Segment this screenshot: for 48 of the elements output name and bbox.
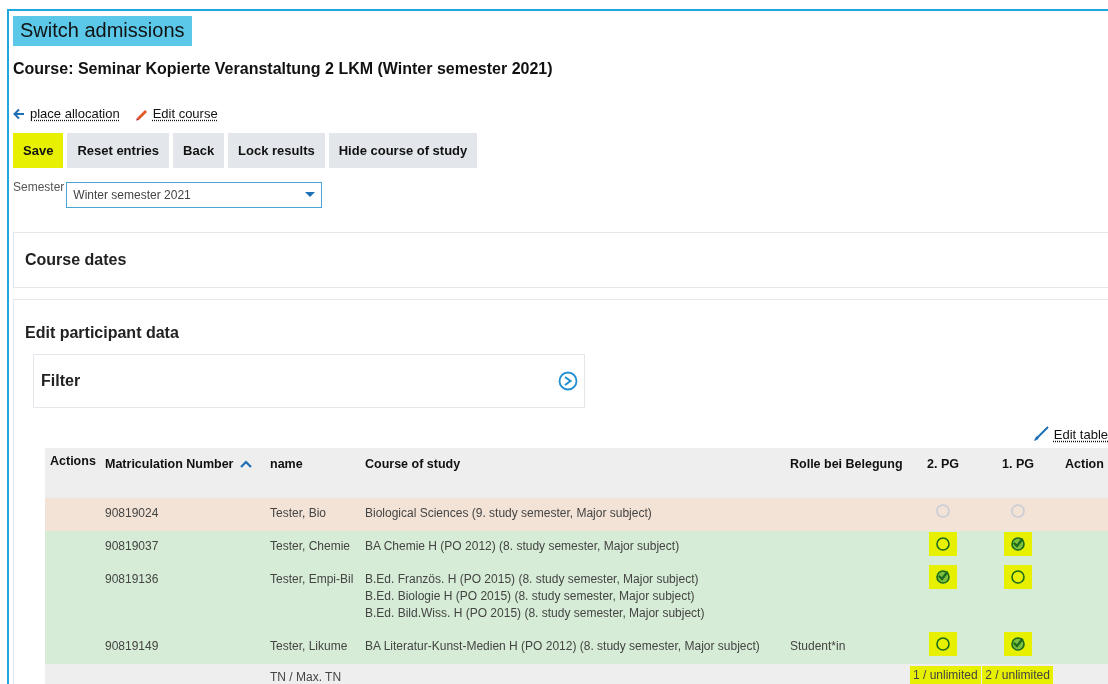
table-cell: TN / Max. TN xyxy=(270,670,342,684)
action-button[interactable]: Save xyxy=(13,133,64,168)
table-cell: 90819037 xyxy=(105,539,159,553)
checked-radio-icon[interactable] xyxy=(1010,636,1026,652)
count-text: 2 / unlimited xyxy=(982,666,1053,684)
table-cell: Tester, Empi-Bil xyxy=(270,572,354,586)
table-cell: 90819149 xyxy=(105,639,159,653)
course-title: Course: Seminar Kopierte Veranstaltung 2 LKM (Winter semester 2021) xyxy=(13,60,554,78)
radio-icon[interactable] xyxy=(935,536,951,552)
table-cell-text: B.Ed. Biologie H (PO 2015) (8. study semester, Major subject) xyxy=(365,588,696,605)
checked-radio-icon[interactable] xyxy=(935,569,951,585)
section-title: Edit participant data xyxy=(25,324,180,342)
table-cell-text: B.Ed. Französ. H (PO 2015) (8. study semester, Major subject) xyxy=(365,571,700,588)
left-arrow-icon xyxy=(13,107,25,120)
edit-table-link[interactable]: Edit table xyxy=(1032,426,1108,442)
back-link[interactable]: place allocation xyxy=(13,106,120,121)
column-header[interactable]: 1. PG xyxy=(1002,457,1034,471)
table-cell: Tester, Bio xyxy=(270,506,327,520)
edit-link[interactable]: Edit course xyxy=(133,106,218,121)
table-cell-text: Biological Sciences (9. study semester, Major subject) xyxy=(365,505,653,522)
column-header[interactable]: name xyxy=(270,457,303,471)
radio-icon[interactable] xyxy=(1010,569,1026,585)
field-label: Semester xyxy=(13,180,65,194)
checked-radio-icon[interactable] xyxy=(1010,536,1026,552)
radio-icon[interactable] xyxy=(935,636,951,652)
sort-up-icon xyxy=(239,460,252,468)
semester-dropdown[interactable]: Winter semester 2021 xyxy=(66,182,323,208)
action-button[interactable]: Reset entries xyxy=(67,133,170,168)
section-title[interactable]: Course dates xyxy=(25,251,127,269)
action-button[interactable]: Hide course of study xyxy=(328,133,478,168)
action-button[interactable]: Back xyxy=(173,133,225,168)
page-title: Switch admissions xyxy=(13,16,192,46)
dropdown-caret-icon xyxy=(305,192,316,198)
brush-icon xyxy=(1032,426,1049,442)
table-cell-text: BA Chemie H (PO 2012) (8. study semester, Major subject) xyxy=(365,538,681,555)
action-button[interactable]: Lock results xyxy=(228,133,325,168)
count-text: 1 / unlimited xyxy=(910,666,981,684)
column-header[interactable]: 2. PG xyxy=(927,457,959,471)
table-cell: Tester, Chemie xyxy=(270,539,351,553)
table-cell: Tester, Likume xyxy=(270,639,348,653)
table-cell: 90819136 xyxy=(105,572,159,586)
column-header[interactable]: Course of study xyxy=(365,457,461,471)
table-cell-text: B.Ed. Bild.Wiss. H (PO 2015) (8. study semester, Major subject) xyxy=(365,605,706,622)
table-cell-text: BA Literatur-Kunst-Medien H (PO 2012) (8. study semester, Major subject) xyxy=(365,638,761,655)
expand-icon[interactable] xyxy=(558,371,578,391)
table-cell: Student*in xyxy=(790,639,846,653)
filter-title[interactable]: Filter xyxy=(41,372,81,390)
table-cell: 90819024 xyxy=(105,506,159,520)
